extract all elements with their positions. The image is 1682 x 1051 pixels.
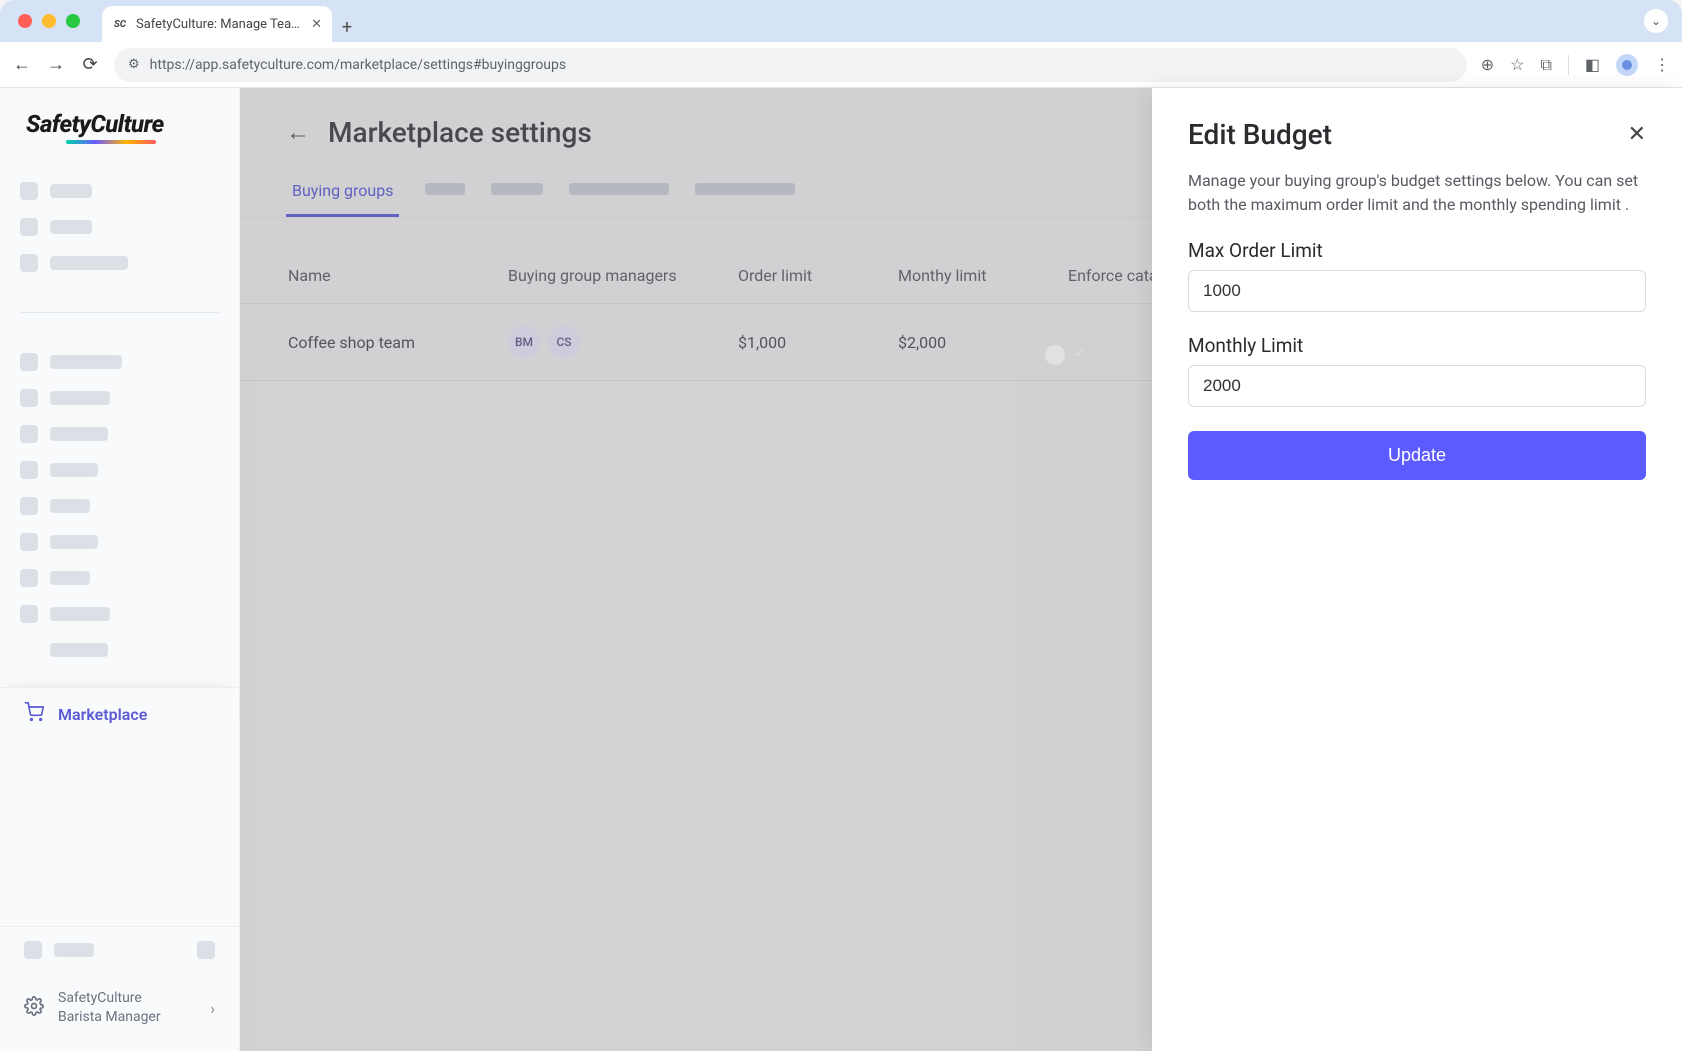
tab-buying-groups[interactable]: Buying groups xyxy=(286,171,399,217)
new-tab-button[interactable]: + xyxy=(332,12,362,42)
logo-text: SafetyCulture xyxy=(26,110,164,138)
sidebar-user[interactable]: SafetyCulture Barista Manager › xyxy=(0,973,239,1051)
panel-title: Edit Budget xyxy=(1188,118,1332,151)
tab-skeleton xyxy=(569,183,669,195)
main-content: ← Marketplace settings Buying groups Nam… xyxy=(240,88,1682,1051)
close-window-button[interactable] xyxy=(18,14,32,28)
side-panel-icon[interactable]: ◧ xyxy=(1585,55,1600,74)
page-title: Marketplace settings xyxy=(328,116,592,149)
cell-monthly-limit: $2,000 xyxy=(898,333,1068,352)
sidebar-item-marketplace[interactable]: Marketplace xyxy=(0,687,239,740)
browser-toolbar: ← → ⟳ ⚙ https://app.safetyculture.com/ma… xyxy=(0,42,1682,88)
back-button[interactable]: ← xyxy=(12,54,32,75)
sidebar-item-label: Marketplace xyxy=(58,705,147,724)
forward-button[interactable]: → xyxy=(46,54,66,75)
logo-underline xyxy=(66,140,156,144)
tab-favicon-icon: SC xyxy=(112,16,128,32)
tab-overflow-button[interactable]: ⌄ xyxy=(1644,9,1668,33)
col-name: Name xyxy=(288,266,508,285)
nav-item-skeleton xyxy=(20,425,219,443)
browser-tab[interactable]: SC SafetyCulture: Manage Teams and... ✕ xyxy=(102,6,332,42)
back-arrow-icon[interactable]: ← xyxy=(286,118,310,147)
user-name: SafetyCulture Barista Manager xyxy=(58,989,196,1027)
sidebar-bottom: SafetyCulture Barista Manager › xyxy=(0,926,239,1051)
app-shell: SafetyCulture Marketplace xyxy=(0,88,1682,1051)
browser-tab-strip: SC SafetyCulture: Manage Teams and... ✕ … xyxy=(0,0,1682,42)
tab-skeleton xyxy=(425,183,465,195)
nav-item-skeleton xyxy=(20,254,219,272)
cell-managers: BM CS xyxy=(508,326,738,358)
address-bar[interactable]: ⚙ https://app.safetyculture.com/marketpl… xyxy=(114,48,1467,82)
nav-item-skeleton xyxy=(20,389,219,407)
reload-button[interactable]: ⟳ xyxy=(80,54,100,75)
nav-item-skeleton xyxy=(20,353,219,371)
profile-button[interactable] xyxy=(1616,54,1638,76)
max-order-label: Max Order Limit xyxy=(1188,239,1646,262)
tab-title: SafetyCulture: Manage Teams and... xyxy=(136,17,303,32)
col-managers: Buying group managers xyxy=(508,266,738,285)
col-order-limit: Order limit xyxy=(738,266,898,285)
nav-item-skeleton xyxy=(20,461,219,479)
site-settings-icon[interactable]: ⚙ xyxy=(128,57,140,72)
separator xyxy=(1568,55,1569,75)
tab-skeleton xyxy=(491,183,543,195)
zoom-icon[interactable]: ⊕ xyxy=(1481,55,1494,74)
chevron-right-icon: › xyxy=(210,999,215,1018)
update-button[interactable]: Update xyxy=(1188,431,1646,480)
fullscreen-window-button[interactable] xyxy=(66,14,80,28)
cell-order-limit: $1,000 xyxy=(738,333,898,352)
edit-budget-panel: Edit Budget ✕ Manage your buying group's… xyxy=(1152,88,1682,1051)
monthly-limit-label: Monthly Limit xyxy=(1188,334,1646,357)
nav-item-skeleton xyxy=(20,497,219,515)
cart-icon xyxy=(24,702,44,726)
cell-name: Coffee shop team xyxy=(288,333,508,352)
toolbar-actions: ⊕ ☆ ⧉ ◧ ⋮ xyxy=(1481,54,1670,76)
sidebar: SafetyCulture Marketplace xyxy=(0,88,240,1051)
col-monthly-limit: Monthy limit xyxy=(898,266,1068,285)
nav-item-skeleton xyxy=(20,533,219,551)
close-icon[interactable]: ✕ xyxy=(1628,122,1646,147)
bookmark-icon[interactable]: ☆ xyxy=(1510,55,1524,74)
panel-description: Manage your buying group's budget settin… xyxy=(1188,169,1646,217)
gear-icon xyxy=(24,996,44,1021)
nav-item-skeleton xyxy=(20,605,219,623)
extensions-icon[interactable]: ⧉ xyxy=(1540,55,1551,75)
window-controls xyxy=(18,14,80,28)
url-text: https://app.safetyculture.com/marketplac… xyxy=(150,57,566,73)
sidebar-divider xyxy=(20,312,219,313)
monthly-limit-input[interactable] xyxy=(1188,365,1646,407)
nav-item-skeleton xyxy=(20,641,219,659)
sidebar-bottom-skeleton xyxy=(0,927,239,973)
tab-close-icon[interactable]: ✕ xyxy=(311,17,322,32)
nav-section-mid xyxy=(0,325,239,687)
avatar: BM xyxy=(508,326,540,358)
logo: SafetyCulture xyxy=(0,88,239,154)
nav-item-skeleton xyxy=(20,182,219,200)
max-order-input[interactable] xyxy=(1188,270,1646,312)
avatar: CS xyxy=(548,326,580,358)
nav-section-top xyxy=(0,154,239,300)
nav-item-skeleton xyxy=(20,569,219,587)
kebab-menu-icon[interactable]: ⋮ xyxy=(1654,55,1670,74)
tab-skeleton xyxy=(695,183,795,195)
nav-item-skeleton xyxy=(20,218,219,236)
minimize-window-button[interactable] xyxy=(42,14,56,28)
